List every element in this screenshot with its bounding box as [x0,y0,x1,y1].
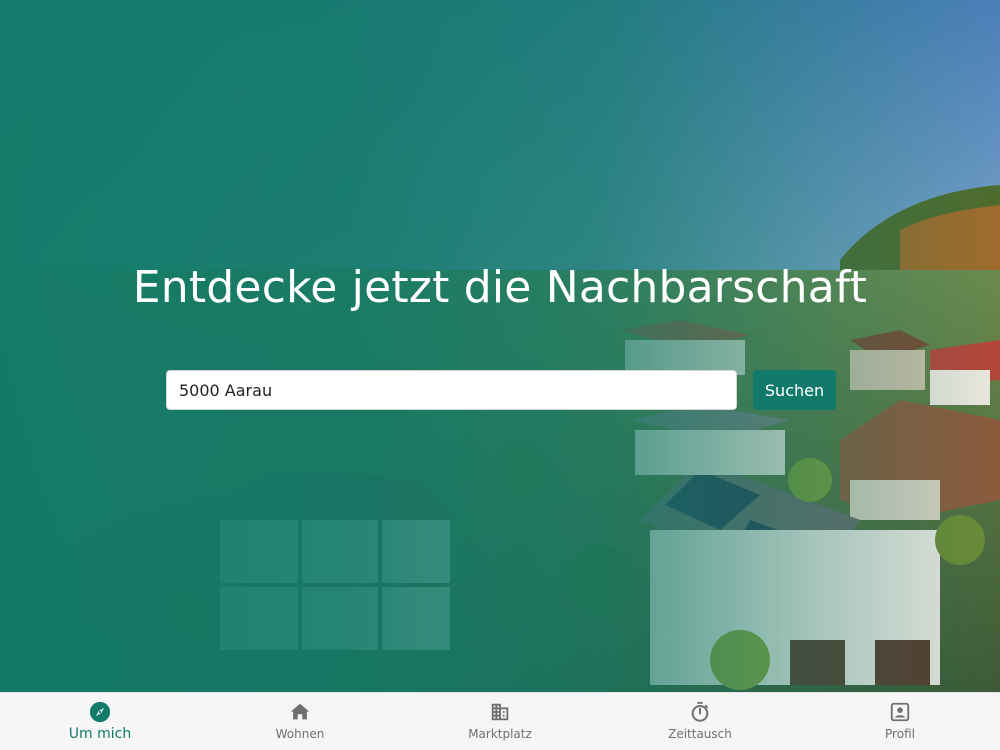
profile-card-icon [890,702,910,722]
tab-label: Zeittausch [668,727,732,741]
location-search-input[interactable] [166,370,737,410]
home-icon [290,703,310,720]
tab-label: Wohnen [275,727,325,741]
tab-label: Marktplatz [468,727,532,741]
tab-label: Profil [885,727,915,741]
tab-um-mich[interactable]: Um mich [0,693,200,750]
app-screen: Entdecke jetzt die Nachbarschaft Suchen … [0,0,1000,750]
search-bar: Suchen [166,370,836,410]
hero-headline: Entdecke jetzt die Nachbarschaft [132,262,868,313]
teal-overlay [0,0,1000,692]
stopwatch-icon [691,701,709,722]
compass-icon [89,701,111,723]
tab-profil[interactable]: Profil [800,693,1000,750]
hero-section [0,0,1000,692]
tab-label: Um mich [68,726,132,742]
tab-zeittausch[interactable]: Zeittausch [600,693,800,750]
building-icon [491,703,509,721]
bottom-tab-bar: Um mich Wohnen Marktplatz Zeittausch Pro… [0,692,1000,750]
tab-marktplatz[interactable]: Marktplatz [400,693,600,750]
search-button[interactable]: Suchen [753,370,836,410]
tab-wohnen[interactable]: Wohnen [200,693,400,750]
